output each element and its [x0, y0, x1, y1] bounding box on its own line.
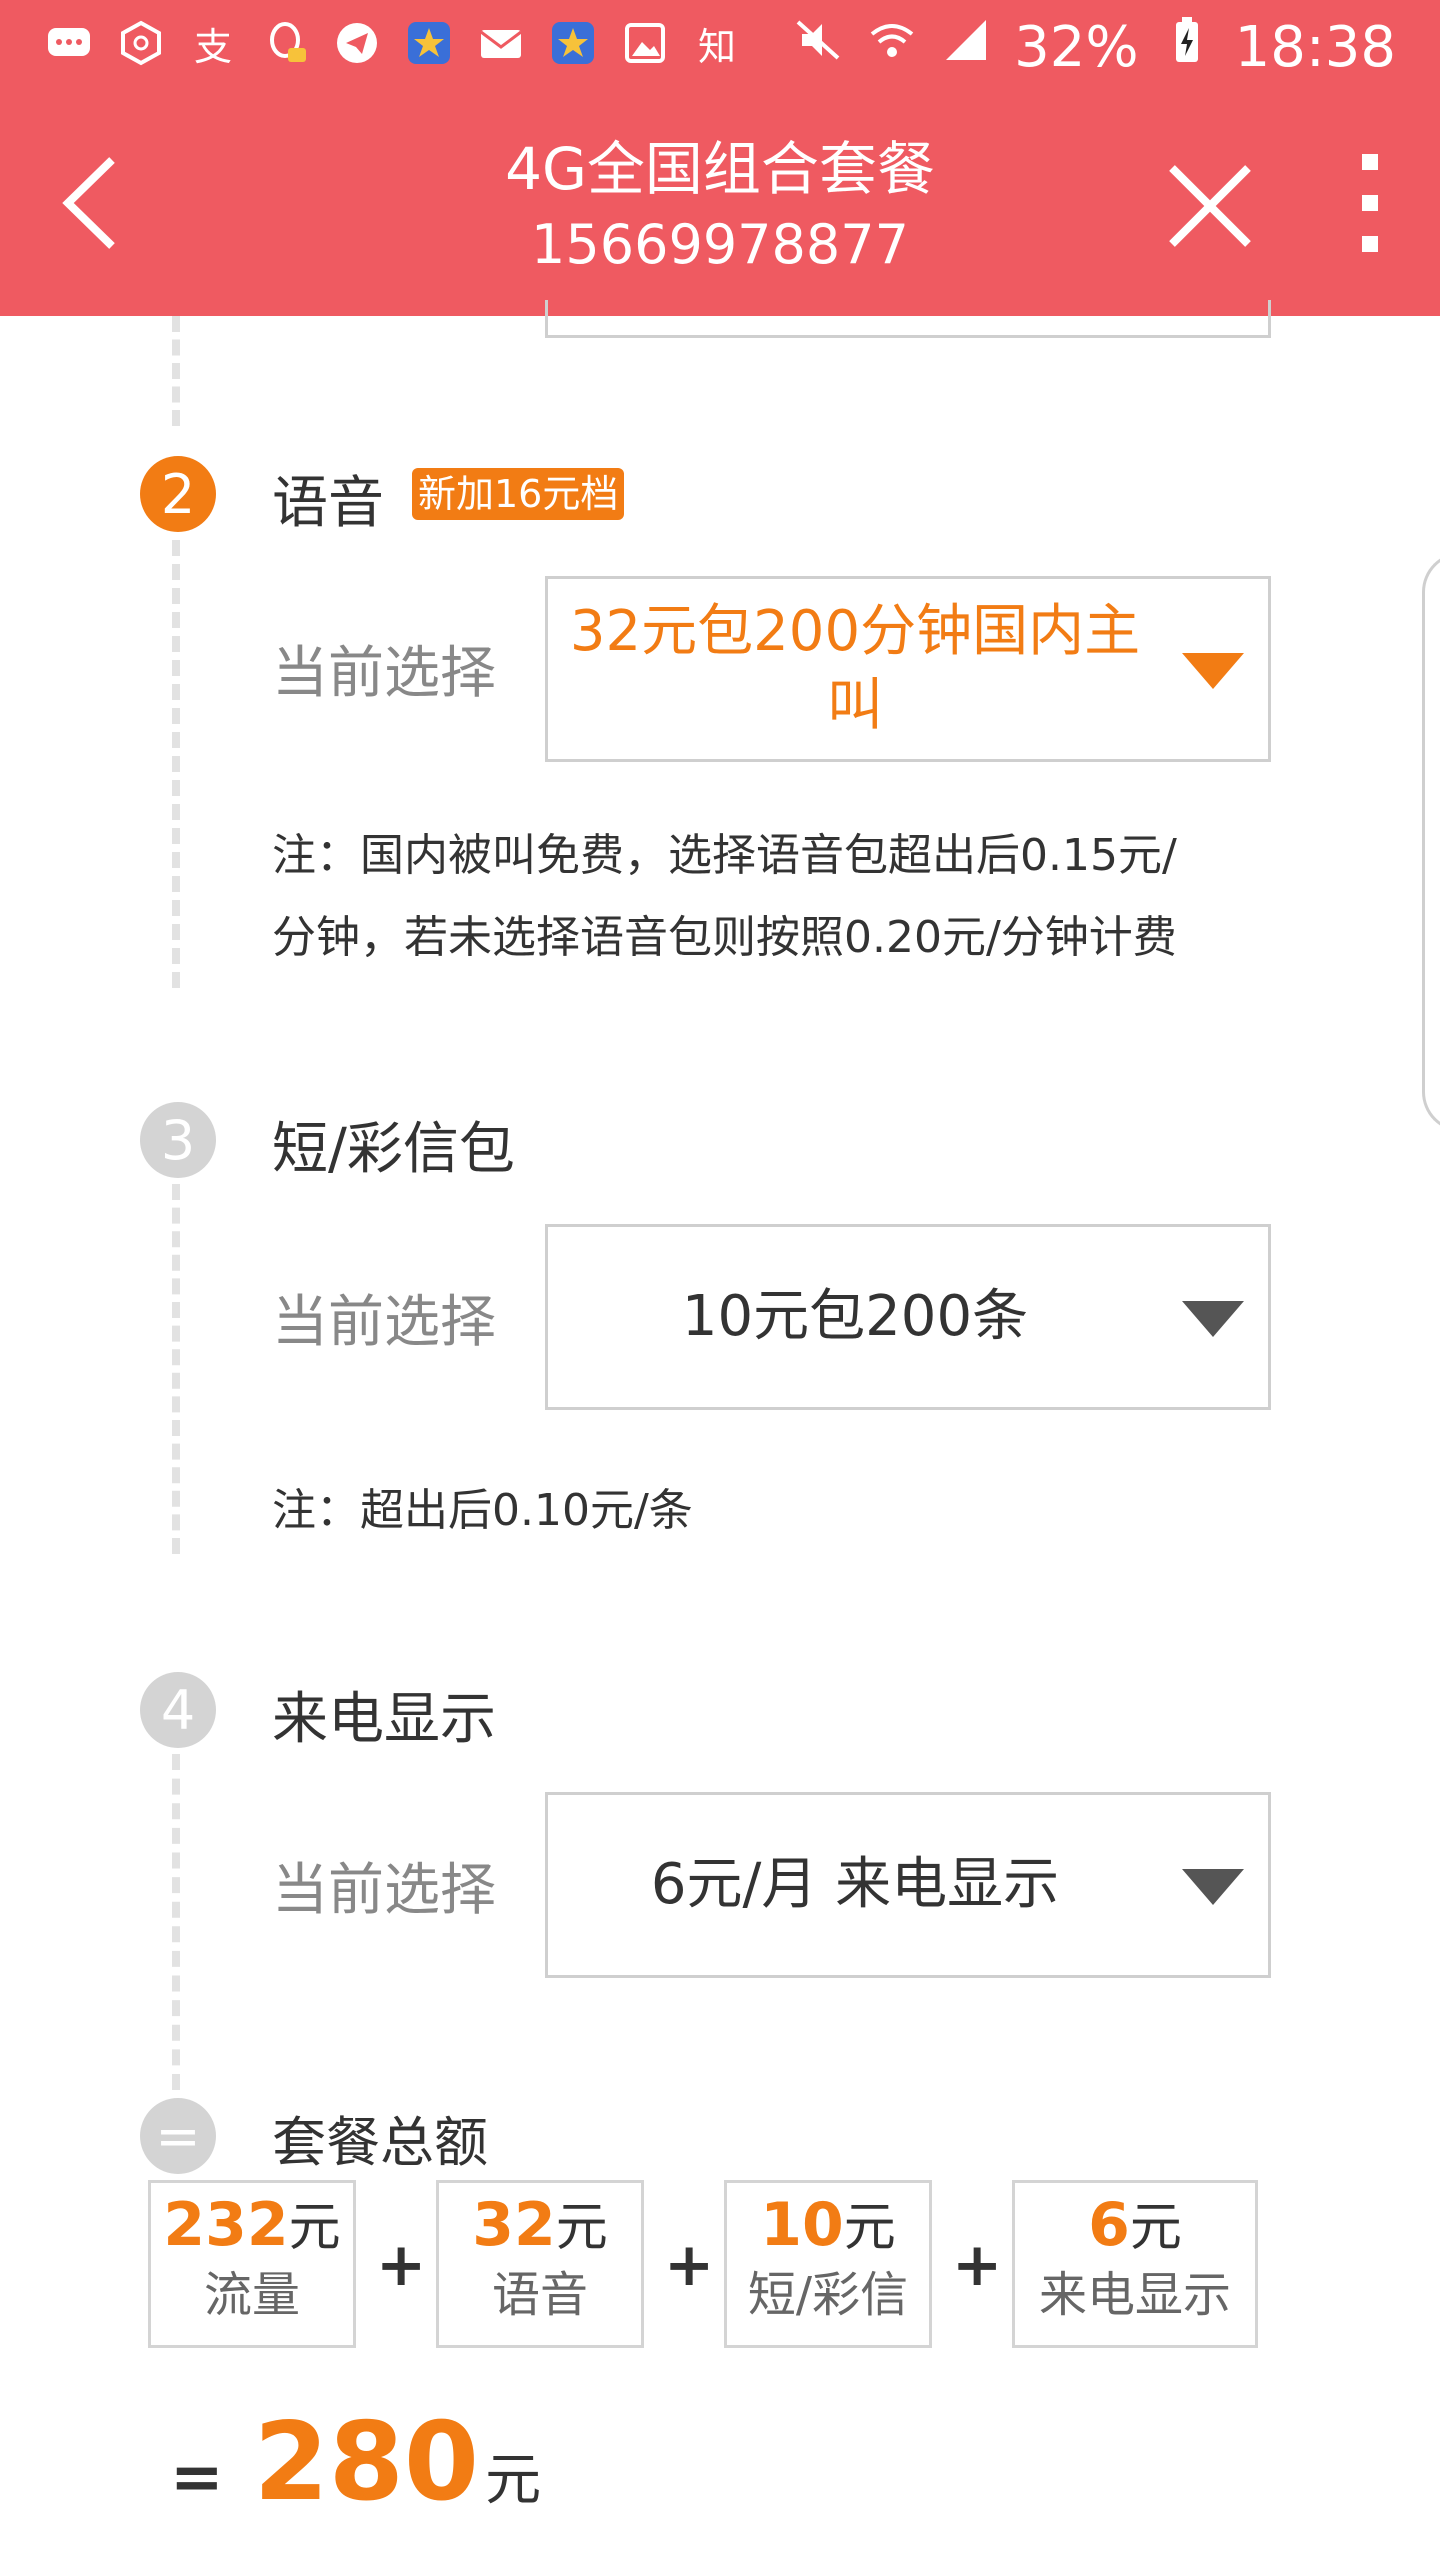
zhihu-icon: 知 [697, 24, 736, 69]
total-item-name: 流量 [203, 2267, 300, 2323]
total-item-unit: 元 [555, 2198, 608, 2258]
battery-percent: 32% [1014, 14, 1139, 80]
sms-current-label: 当前选择 [272, 1290, 496, 1355]
total-item-name: 短/彩信 [747, 2267, 909, 2323]
timeline-line [172, 1754, 182, 2090]
total-item-name: 来电显示 [1038, 2267, 1231, 2323]
sms-selected-value: 10元包200条 [681, 1284, 1029, 1349]
grand-total: = 280 元 [170, 2400, 541, 2525]
plus-sign: + [664, 2230, 715, 2300]
more-vertical-icon [1362, 154, 1378, 252]
caller-id-select[interactable]: 6元/月 来电显示 [545, 1792, 1271, 1978]
voice-selected-value: 32元包200分钟国内主叫 [569, 599, 1141, 738]
plus-sign: + [376, 2230, 427, 2300]
wifi-icon [866, 14, 918, 80]
total-equals-icon: = [140, 2098, 216, 2174]
step-3-indicator: 3 [140, 1102, 216, 1178]
total-item-sms: 10元 短/彩信 [724, 2180, 932, 2348]
total-item-voice: 32元 语音 [436, 2180, 644, 2348]
total-item-amount: 10 [760, 2190, 844, 2260]
signal-icon [940, 14, 992, 80]
caller-id-section-title: 来电显示 [272, 1687, 496, 1752]
total-item-amount: 232 [163, 2190, 289, 2260]
system-indicators: 32% 18:38 [792, 14, 1396, 80]
hexagon-app-icon [116, 18, 166, 68]
sms-section-title: 短/彩信包 [272, 1117, 515, 1182]
step-4-indicator: 4 [140, 1672, 216, 1748]
caller-id-current-label: 当前选择 [272, 1858, 496, 1923]
total-item-data: 232元 流量 [148, 2180, 356, 2348]
timeline-line [172, 540, 182, 988]
page: 支 知 32% 18:38 4G全国组合套餐 15669978877 2 语音 … [0, 0, 1440, 2560]
qq-icon [260, 18, 310, 68]
voice-package-select[interactable]: 32元包200分钟国内主叫 [545, 576, 1271, 762]
total-item-caller-id: 6元 来电显示 [1012, 2180, 1258, 2348]
close-icon [1169, 165, 1251, 247]
total-label: 套餐总额 [272, 2111, 488, 2174]
app-header: 4G全国组合套餐 15669978877 [0, 98, 1440, 316]
alipay-icon: 支 [193, 24, 232, 69]
sms-note: 注：超出后0.10元/条 [272, 1485, 693, 1536]
new-tier-badge: 新加16元档 [412, 468, 625, 520]
chevron-left-icon [62, 157, 115, 249]
voice-current-label: 当前选择 [272, 641, 496, 706]
message-icon [44, 18, 94, 68]
battery-icon [1161, 14, 1213, 80]
telegram-icon [332, 18, 382, 68]
header-title-group: 4G全国组合套餐 15669978877 [300, 130, 1140, 282]
mute-icon [792, 14, 844, 80]
total-item-unit: 元 [1129, 2198, 1182, 2258]
notification-icons: 支 知 [44, 18, 742, 69]
timeline-line [172, 316, 182, 426]
voice-section-title: 语音 [272, 471, 384, 536]
dropdown-arrow-icon [1182, 1869, 1244, 1905]
voice-note-line2: 分钟，若未选择语音包则按照0.20元/分钟计费 [272, 912, 1177, 963]
total-item-unit: 元 [843, 2198, 896, 2258]
status-bar: 支 知 32% 18:38 [0, 0, 1440, 98]
image-icon [620, 18, 670, 68]
mail-icon [476, 18, 526, 68]
total-item-amount: 32 [472, 2190, 556, 2260]
star-app-icon [404, 18, 454, 68]
dropdown-arrow-icon [1182, 1301, 1244, 1337]
total-item-name: 语音 [491, 2267, 588, 2323]
grand-total-unit: 元 [485, 2448, 542, 2513]
voice-note-line1: 注：国内被叫免费，选择语音包超出后0.15元/ [272, 830, 1177, 881]
clock: 18:38 [1234, 14, 1396, 80]
previous-select-box[interactable] [545, 300, 1271, 338]
dropdown-arrow-icon [1182, 653, 1244, 689]
total-item-amount: 6 [1088, 2190, 1130, 2260]
sms-package-select[interactable]: 10元包200条 [545, 1224, 1271, 1410]
timeline-line [172, 1184, 182, 1554]
caller-id-selected-value: 6元/月 来电显示 [650, 1852, 1060, 1917]
plus-sign: + [952, 2230, 1003, 2300]
page-title: 4G全国组合套餐 [505, 135, 935, 203]
total-item-unit: 元 [288, 2198, 341, 2258]
step-2-indicator: 2 [140, 456, 216, 532]
back-button[interactable] [50, 148, 130, 258]
grand-total-amount: 280 [253, 2400, 480, 2525]
equals-sign: = [170, 2441, 224, 2515]
more-options-button[interactable] [1340, 148, 1400, 258]
phone-number: 15669978877 [531, 213, 909, 276]
star-app-icon [548, 18, 598, 68]
close-button[interactable] [1160, 156, 1260, 256]
side-drawer-handle[interactable] [1422, 552, 1440, 1132]
